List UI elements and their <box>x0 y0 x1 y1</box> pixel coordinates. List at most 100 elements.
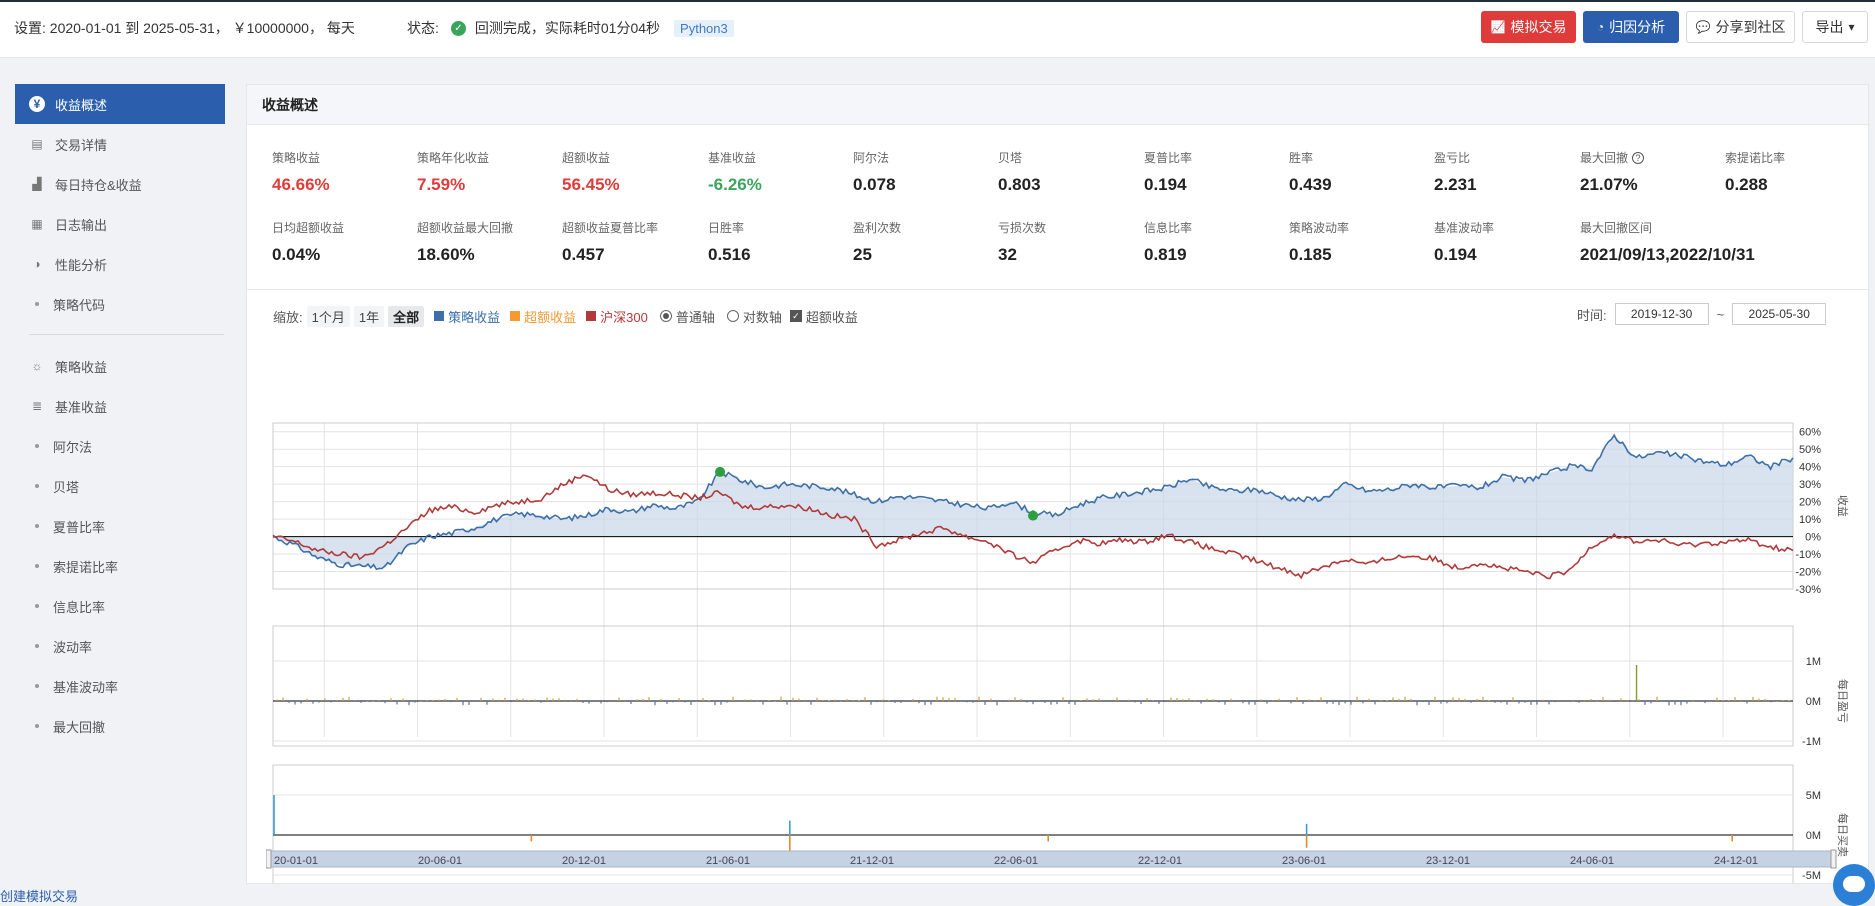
metric-value: 25 <box>853 245 872 264</box>
y-tick-label: 20% <box>1799 497 1821 509</box>
navigator-tick-label: 22-06-01 <box>994 855 1038 867</box>
metric-label: 基准波动率 <box>1434 221 1495 235</box>
navigator-handle-right[interactable] <box>1830 849 1837 869</box>
sidebar-item-sharpe[interactable]: 夏普比率 <box>15 506 225 546</box>
metric-annual-return: 策略年化收益 7.59% <box>417 149 557 195</box>
metric-value: 0.819 <box>1144 245 1187 264</box>
metric-label: 超额收益夏普比率 <box>562 221 659 235</box>
sidebar-item-strategy-return[interactable]: ☼ 策略收益 <box>15 346 225 386</box>
metric-label: 亏损次数 <box>998 221 1047 235</box>
backtest-status: 状态: ✓ 回测完成，实际耗时01分04秒 Python3 <box>407 18 734 38</box>
legend-excess[interactable]: 超额收益 <box>510 307 576 326</box>
legend-swatch <box>434 311 445 321</box>
sidebar-item-alpha[interactable]: 阿尔法 <box>15 426 225 466</box>
metric-value: 0.516 <box>708 245 751 264</box>
legend-strategy[interactable]: 策略收益 <box>434 307 500 326</box>
sidebar-item-beta[interactable]: 贝塔 <box>15 466 225 506</box>
sidebar-item-volatility[interactable]: 波动率 <box>15 626 225 666</box>
sidebar-item-performance[interactable]: ◑ 性能分析 <box>15 244 225 284</box>
sidebar-item-label: 最大回撤 <box>53 719 106 735</box>
drawdown-marker <box>715 466 726 477</box>
y-tick-label: -20% <box>1795 567 1821 579</box>
metric-loss-count: 亏损次数 32 <box>998 219 1138 265</box>
sidebar-item-label: 夏普比率 <box>53 519 106 535</box>
metric-win-count: 盈利次数 25 <box>853 219 993 265</box>
sidebar-item-trade-details[interactable]: ▤ 交易详情 <box>15 124 225 164</box>
legend-benchmark[interactable]: 沪深300 <box>586 307 648 326</box>
metric-value: 0.439 <box>1289 175 1332 194</box>
metric-label-with-help: 最大回撤 ? <box>1580 149 1720 166</box>
legend-label: 沪深300 <box>600 309 648 325</box>
yen-icon: ¥ <box>29 96 45 112</box>
metric-win-rate: 胜率 0.439 <box>1289 149 1429 195</box>
language-badge: Python3 <box>674 19 734 37</box>
panel-title: 收益概述 <box>247 85 1868 125</box>
zoom-1-month[interactable]: 1个月 <box>306 305 350 327</box>
sidebar-item-log-output[interactable]: ▦ 日志输出 <box>15 204 225 244</box>
sidebar-item-overview[interactable]: ¥ 收益概述 <box>15 84 225 124</box>
create-simulation-link[interactable]: 创建模拟交易 <box>0 886 78 905</box>
navigator-handle-left[interactable] <box>266 849 272 869</box>
metrics-grid: 策略收益 46.66% 策略年化收益 7.59% 超额收益 56.45% 基准收… <box>247 125 1870 290</box>
metric-label: 日胜率 <box>708 221 745 235</box>
y-axis-label: 收益 <box>1836 495 1850 517</box>
database-icon: ≣ <box>31 399 43 413</box>
sidebar-item-label: 基准收益 <box>55 399 108 415</box>
metric-beta: 贝塔 0.803 <box>998 149 1138 195</box>
date-to-input[interactable]: 2025-05-30 <box>1732 303 1827 325</box>
sidebar-item-sortino[interactable]: 索提诺比率 <box>15 546 225 586</box>
bar-chart-icon: ▟ <box>32 177 42 191</box>
log-axis-radio[interactable] <box>726 310 739 322</box>
sidebar-item-information-ratio[interactable]: 信息比率 <box>15 586 225 626</box>
time-label: 时间: <box>1577 307 1607 323</box>
simulate-trade-button[interactable]: 📈 模拟交易 <box>1481 11 1576 43</box>
question-icon[interactable]: ? <box>1632 151 1645 164</box>
status-label: 状态: <box>407 20 439 36</box>
metric-excess-max-drawdown: 超额收益最大回撤 18.60% <box>417 219 557 265</box>
metric-sortino: 索提诺比率 0.288 <box>1725 149 1865 195</box>
metric-benchmark-volatility: 基准波动率 0.194 <box>1434 219 1574 265</box>
sidebar-item-benchmark-volatility[interactable]: 基准波动率 <box>15 666 225 706</box>
range-navigator[interactable]: 20-01-01 20-06-01 20-12-01 21-06-01 21-12-01… <box>266 849 1841 871</box>
metric-label: 基准收益 <box>708 151 757 165</box>
export-button[interactable]: 导出 ▾ <box>1802 11 1868 43</box>
excess-return-checkbox[interactable]: ✓ <box>789 310 802 322</box>
normal-axis-radio[interactable] <box>659 310 672 322</box>
attribution-label: 归因分析 <box>1609 19 1666 35</box>
y-tick-label: 60% <box>1799 427 1821 439</box>
metric-label: 策略收益 <box>272 151 321 165</box>
metric-profit-loss-ratio: 盈亏比 2.231 <box>1434 149 1574 195</box>
sidebar-item-label: 贝塔 <box>53 479 80 495</box>
export-label: 导出 <box>1815 19 1844 35</box>
metric-value: 2.231 <box>1434 175 1477 194</box>
metric-sharpe: 夏普比率 0.194 <box>1144 149 1284 195</box>
zoom-label: 缩放: <box>273 309 303 325</box>
top-bar: 设置: 2020-01-01 到 2025-05-31， ￥10000000， … <box>0 0 1875 58</box>
bullet-icon <box>35 302 39 306</box>
sidebar-item-max-drawdown[interactable]: 最大回撤 <box>15 706 225 746</box>
metric-label: 超额收益最大回撤 <box>417 221 514 235</box>
sidebar-item-strategy-code[interactable]: 策略代码 <box>15 284 225 324</box>
sidebar-item-daily-positions[interactable]: ▟ 每日持仓&收益 <box>15 164 225 204</box>
share-button[interactable]: 💬 分享到社区 <box>1686 11 1795 43</box>
bullet-icon <box>35 484 39 488</box>
lightbulb-icon: ☼ <box>31 359 43 373</box>
date-from-input[interactable]: 2019-12-30 <box>1614 303 1709 325</box>
navigator-tick-label: 20-06-01 <box>418 855 462 867</box>
metric-label: 策略年化收益 <box>417 151 490 165</box>
excess-return-check-label: 超额收益 <box>805 309 858 325</box>
metric-label: 最大回撤区间 <box>1580 221 1653 235</box>
sidebar-divider <box>29 334 224 335</box>
metric-label: 盈利次数 <box>853 221 902 235</box>
sidebar-item-label: 索提诺比率 <box>53 559 119 575</box>
sidebar-item-benchmark-return[interactable]: ≣ 基准收益 <box>15 386 225 426</box>
legend-label: 超额收益 <box>524 309 577 325</box>
attribution-button[interactable]: ◔ 归因分析 <box>1583 11 1679 43</box>
returns-chart[interactable]: 60% 50% 40% 30% 20% 10% 0% -10% -20% -30% 收益 1M 0M -1… <box>247 335 1868 883</box>
metric-strategy-return: 策略收益 46.66% <box>272 149 412 195</box>
zoom-1-year[interactable]: 1年 <box>353 305 385 327</box>
zoom-all[interactable]: 全部 <box>388 305 425 327</box>
metric-label: 日均超额收益 <box>272 221 345 235</box>
time-range: 时间: 2019-12-30 ~ 2025-05-30 <box>1577 303 1834 325</box>
y-tick-label: -5M <box>1802 870 1821 882</box>
